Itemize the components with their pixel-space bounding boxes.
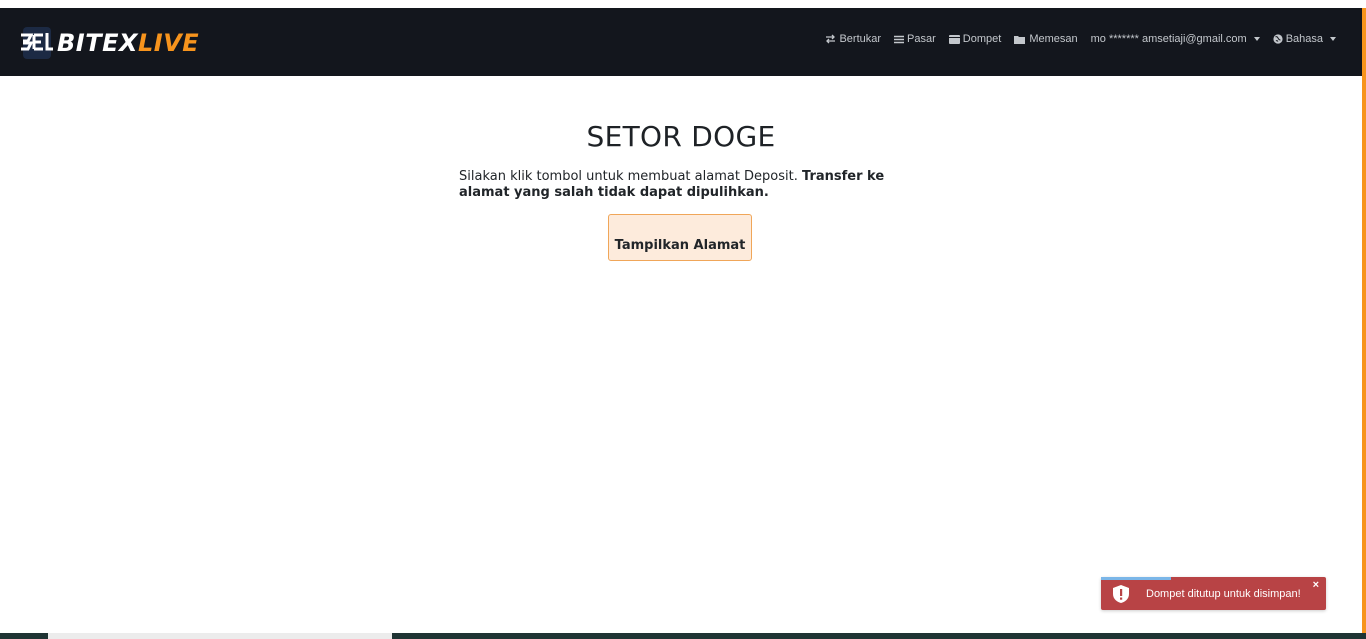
chevron-down-icon [1253, 37, 1260, 41]
list-icon [894, 35, 905, 43]
nav-menu: Bertukar Pasar Dompet Memesan mo *******… [812, 33, 1336, 45]
nav-item-bertukar[interactable]: Bertukar [825, 33, 881, 45]
show-address-button[interactable]: Tampilkan Alamat [608, 214, 752, 261]
user-menu[interactable]: mo ******* amsetiaji@gmail.com [1091, 33, 1260, 45]
browser-top-strip [0, 0, 1366, 8]
error-toast[interactable]: Dompet ditutup untuk disimpan! × [1101, 577, 1326, 610]
brand-logo[interactable]: BITEXLIVE [19, 25, 199, 61]
navbar: BITEXLIVE Bertukar Pasar Dompet Memesan … [0, 8, 1362, 76]
nav-item-memesan[interactable]: Memesan [1014, 33, 1078, 45]
brand-name: BITEXLIVE [57, 29, 200, 57]
toast-message: Dompet ditutup untuk disimpan! [1146, 588, 1301, 600]
taskbar-item [48, 633, 392, 639]
toast-progress-bar [1101, 577, 1171, 580]
exchange-icon [826, 34, 836, 44]
deposit-instructions: Silakan klik tombol untuk membuat alamat… [459, 169, 909, 201]
user-email: mo ******* amsetiaji@gmail.com [1090, 33, 1247, 45]
language-menu[interactable]: Bahasa [1273, 33, 1336, 45]
taskbar-strip [0, 633, 1366, 639]
folder-icon [1014, 35, 1026, 44]
nav-item-pasar[interactable]: Pasar [894, 33, 936, 45]
language-label: Bahasa [1285, 33, 1323, 45]
instruction-text: Silakan klik tombol untuk membuat alamat… [459, 169, 798, 184]
page-title: SETOR DOGE [586, 120, 776, 153]
logo-mark-icon [21, 27, 53, 59]
globe-icon [1273, 34, 1283, 44]
close-icon[interactable]: × [1313, 579, 1319, 591]
page-edge-accent [1362, 8, 1366, 633]
chevron-down-icon [1330, 37, 1336, 41]
shield-alert-icon [1113, 585, 1129, 603]
nav-item-dompet[interactable]: Dompet [948, 33, 1001, 45]
wallet-icon [948, 34, 960, 44]
